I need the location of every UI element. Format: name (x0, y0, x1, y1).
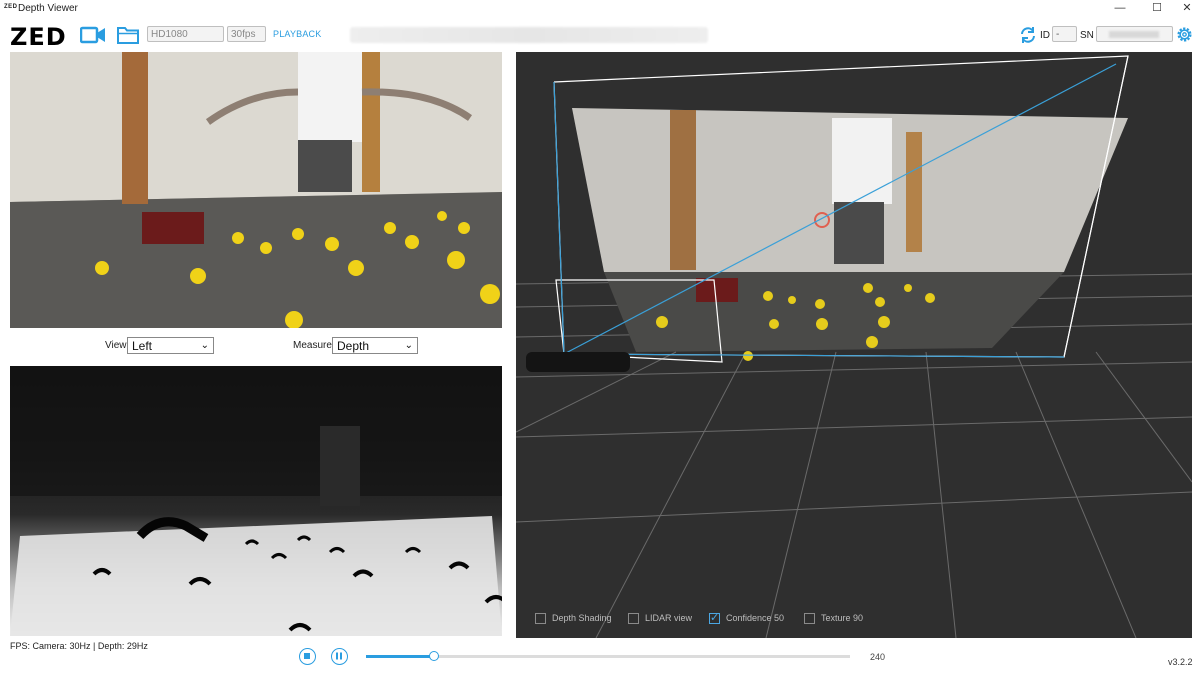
sn-value-blurred (1109, 31, 1159, 38)
gear-icon[interactable] (1175, 25, 1194, 44)
point-cloud-scene (516, 55, 1192, 638)
point-cloud-viewer[interactable] (516, 52, 1192, 638)
sn-label: SN (1080, 30, 1094, 41)
window-title: Depth Viewer (18, 3, 78, 14)
folder-icon[interactable] (116, 25, 142, 45)
depth-shading-label: Depth Shading (552, 613, 612, 623)
fps-field[interactable]: 30fps (227, 26, 266, 42)
lidar-view-label: LIDAR view (645, 613, 693, 623)
file-path-blurred (350, 27, 708, 43)
checkbox-box (804, 613, 815, 625)
app-icon: ZED (4, 4, 18, 10)
view-measure-row: View Left ⌄ Measure Depth ⌄ (0, 337, 510, 355)
fps-status: FPS: Camera: 30Hz | Depth: 29Hz (10, 641, 148, 651)
measure-select-value: Depth (337, 339, 370, 353)
chevron-down-icon: ⌄ (200, 340, 209, 351)
close-button[interactable]: ✕ (1172, 0, 1200, 17)
playback-slider-fill (366, 655, 434, 658)
left-camera-view (10, 52, 502, 328)
playback-link[interactable]: PLAYBACK (273, 29, 321, 39)
resolution-field[interactable]: HD1080 (147, 26, 224, 42)
checkbox-box-checked (709, 611, 720, 625)
depth-map-scene (10, 366, 502, 636)
chevron-down-icon: ⌄ (404, 340, 413, 351)
id-field[interactable]: - (1052, 26, 1077, 42)
stop-icon (304, 653, 310, 659)
version-label: v3.2.2 (1168, 657, 1193, 667)
lidar-view-checkbox[interactable]: LIDAR view (628, 613, 692, 627)
texture-label: Texture 90 (821, 613, 864, 623)
minimize-button[interactable]: — (1105, 0, 1135, 17)
maximize-button[interactable]: ☐ (1142, 0, 1172, 17)
depth-map-view (10, 366, 502, 636)
checkbox-box (535, 613, 546, 625)
playback-slider[interactable] (366, 651, 850, 661)
pause-icon (336, 652, 342, 660)
playback-slider-thumb[interactable] (428, 651, 439, 661)
video-camera-icon[interactable] (80, 25, 106, 45)
left-camera-scene (10, 52, 502, 328)
zed-logo: ZED (10, 23, 67, 51)
measure-label: Measure (293, 340, 332, 351)
frame-count: 240 (870, 652, 886, 662)
toolbar: ZED HD1080 30fps PLAYBACK ID - SN (0, 17, 1200, 51)
view-label: View (105, 340, 127, 351)
pause-button[interactable] (331, 648, 348, 665)
title-bar: ZED Depth Viewer — ☐ ✕ (0, 0, 1200, 17)
id-label: ID (1040, 30, 1050, 41)
texture-checkbox[interactable]: Texture 90 (804, 613, 863, 627)
sn-field[interactable] (1096, 26, 1173, 42)
refresh-icon[interactable] (1019, 26, 1037, 44)
measure-select[interactable]: Depth ⌄ (332, 337, 418, 354)
view-select-value: Left (132, 339, 153, 353)
checkbox-box (628, 613, 639, 625)
view-select[interactable]: Left ⌄ (127, 337, 214, 354)
stop-button[interactable] (299, 648, 316, 665)
confidence-checkbox[interactable]: Confidence 50 (709, 611, 785, 627)
depth-shading-checkbox[interactable]: Depth Shading (535, 613, 612, 627)
confidence-label: Confidence 50 (726, 613, 785, 623)
